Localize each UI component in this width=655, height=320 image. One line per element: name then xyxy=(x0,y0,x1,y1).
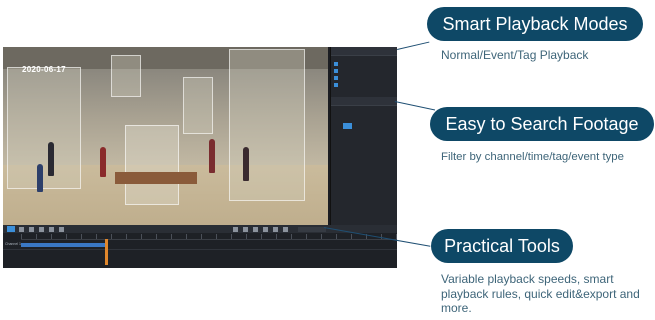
playback-window: 2020-06-17 Channel 1 xyxy=(3,47,397,268)
visitor xyxy=(48,142,54,176)
timeline[interactable]: Channel 1 xyxy=(3,233,397,268)
playback-mode-dropdown[interactable] xyxy=(331,47,397,56)
feature-caption-tools: Variable playback speeds, smart playback… xyxy=(441,272,640,315)
feature-caption-smart-playback: Normal/Event/Tag Playback xyxy=(441,48,589,62)
visitor xyxy=(37,164,43,192)
selected-day xyxy=(343,123,352,129)
checkbox-icon[interactable] xyxy=(334,68,338,73)
speed-icon[interactable] xyxy=(39,226,44,232)
channel-item[interactable] xyxy=(331,67,397,74)
display-case-left xyxy=(7,67,81,189)
feature-pill-search: Easy to Search Footage xyxy=(430,107,654,141)
step-forward-icon[interactable] xyxy=(49,226,54,232)
feature-caption-search: Filter by channel/time/tag/event type xyxy=(441,151,624,163)
visitor xyxy=(209,139,215,173)
play-button[interactable] xyxy=(7,226,15,232)
step-back-icon[interactable] xyxy=(29,226,34,232)
checkbox-icon[interactable] xyxy=(334,61,338,66)
playhead[interactable] xyxy=(105,239,108,265)
clip-icon[interactable] xyxy=(233,226,238,232)
checkbox-icon[interactable] xyxy=(334,75,338,80)
smart-rule-dropdown[interactable] xyxy=(298,226,326,232)
calendar-days[interactable] xyxy=(335,109,393,143)
channel-item[interactable] xyxy=(331,81,397,88)
lock-icon[interactable] xyxy=(243,226,248,232)
feature-pill-tools: Practical Tools xyxy=(431,229,573,263)
search-panel xyxy=(330,47,397,225)
display-case xyxy=(183,77,213,134)
fullscreen-icon[interactable] xyxy=(283,226,288,232)
checkbox-icon[interactable] xyxy=(334,82,338,87)
display-case-right xyxy=(229,49,305,201)
channel-item[interactable] xyxy=(331,74,397,81)
recording-track[interactable] xyxy=(21,243,108,247)
connector-line xyxy=(397,41,430,51)
zoom-icon[interactable] xyxy=(273,226,278,232)
visitor xyxy=(243,147,249,181)
timeline-divider xyxy=(3,249,397,250)
center-case xyxy=(125,125,179,205)
video-view[interactable]: 2020-06-17 xyxy=(3,47,328,225)
channel-item[interactable] xyxy=(331,60,397,67)
display-case xyxy=(111,55,141,97)
bench xyxy=(115,172,197,184)
channel-label: Channel 1 xyxy=(5,242,21,246)
snapshot-icon[interactable] xyxy=(263,226,268,232)
video-timestamp: 2020-06-17 xyxy=(22,65,66,74)
calendar xyxy=(335,109,393,143)
calendar-header[interactable] xyxy=(331,97,397,106)
volume-icon[interactable] xyxy=(59,226,64,232)
stop-icon[interactable] xyxy=(19,226,24,232)
connector-line xyxy=(394,101,436,111)
tag-icon[interactable] xyxy=(253,226,258,232)
time-ruler[interactable] xyxy=(21,234,397,240)
visitor xyxy=(100,147,106,177)
feature-pill-smart-playback: Smart Playback Modes xyxy=(427,7,643,41)
